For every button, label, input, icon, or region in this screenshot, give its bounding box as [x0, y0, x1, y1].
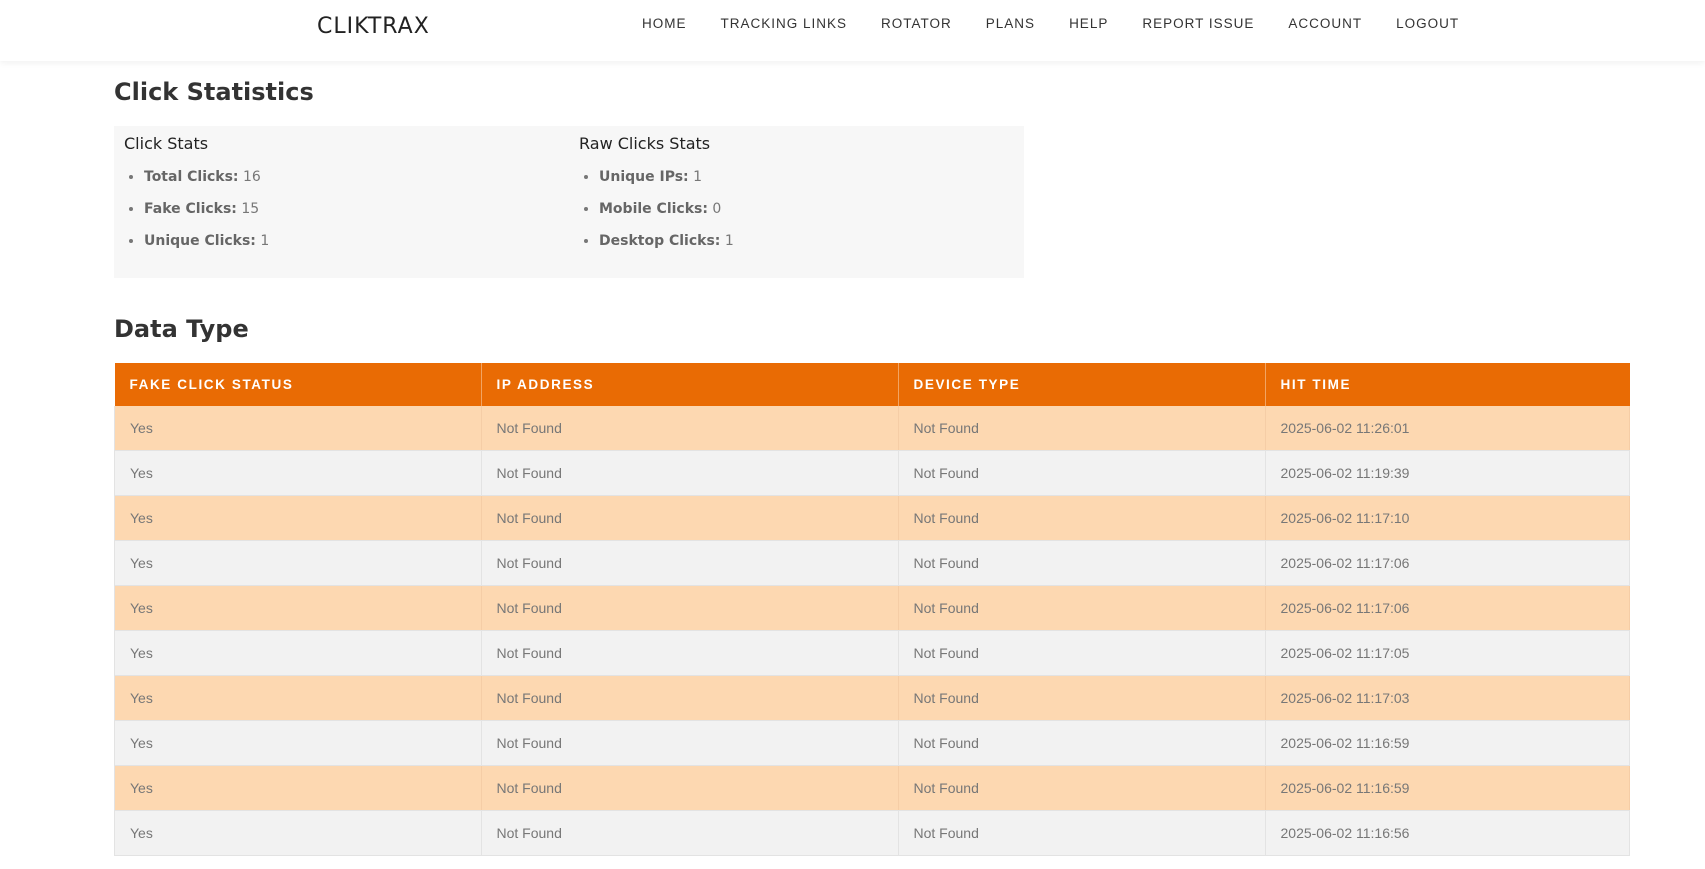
table-cell: Not Found	[898, 720, 1266, 766]
click-stats-heading: Click Stats	[124, 134, 209, 153]
clicks-table: FAKE CLICK STATUS IP ADDRESS DEVICE TYPE…	[114, 363, 1630, 856]
table-row: Yes Not Found Not Found 2025-06-02 11:16:59	[114, 765, 1630, 811]
table-cell: Yes	[114, 765, 482, 811]
raw-stats-heading: Raw Clicks Stats	[579, 134, 711, 153]
table-cell: Not Found	[898, 450, 1266, 496]
top-navbar: CLIKTRAX HOME TRACKING LINKS ROTATOR PLA…	[0, 0, 1705, 61]
stat-unique-ips: Unique IPs: 1	[599, 161, 734, 193]
stat-mobile-clicks: Mobile Clicks: 0	[599, 193, 734, 225]
table-cell: Not Found	[481, 765, 899, 811]
table-row: Yes Not Found Not Found 2025-06-02 11:17:06	[114, 585, 1630, 631]
col-device-type: DEVICE TYPE	[898, 363, 1266, 406]
table-cell: Yes	[114, 450, 482, 496]
click-stats-section: Click Stats Total Clicks: 16 Fake Clicks…	[124, 134, 269, 257]
table-row: Yes Not Found Not Found 2025-06-02 11:17:05	[114, 630, 1630, 676]
table-cell: Yes	[114, 810, 482, 856]
table-cell: Not Found	[481, 630, 899, 676]
nav-rotator[interactable]: ROTATOR	[881, 16, 952, 31]
nav-home[interactable]: HOME	[642, 16, 687, 31]
table-cell: Yes	[114, 720, 482, 766]
table-cell: 2025-06-02 11:17:06	[1265, 585, 1630, 631]
table-cell: Not Found	[481, 406, 899, 451]
table-header-row: FAKE CLICK STATUS IP ADDRESS DEVICE TYPE…	[114, 363, 1630, 406]
table-row: Yes Not Found Not Found 2025-06-02 11:16:59	[114, 720, 1630, 766]
stats-panel: Click Stats Total Clicks: 16 Fake Clicks…	[114, 126, 1024, 278]
col-fake-click-status: FAKE CLICK STATUS	[114, 363, 482, 406]
table-cell: 2025-06-02 11:17:06	[1265, 540, 1630, 586]
raw-stats-section: Raw Clicks Stats Unique IPs: 1 Mobile Cl…	[579, 134, 734, 257]
table-cell: Yes	[114, 406, 482, 451]
data-type-title: Data Type	[114, 315, 249, 343]
table-cell: 2025-06-02 11:26:01	[1265, 406, 1630, 451]
table-cell: Yes	[114, 675, 482, 721]
table-cell: Not Found	[898, 675, 1266, 721]
table-cell: Not Found	[898, 495, 1266, 541]
table-cell: Not Found	[898, 585, 1266, 631]
table-cell: 2025-06-02 11:17:10	[1265, 495, 1630, 541]
stat-fake-clicks: Fake Clicks: 15	[144, 193, 269, 225]
stat-unique-clicks: Unique Clicks: 1	[144, 225, 269, 257]
table-cell: Not Found	[481, 675, 899, 721]
table-cell: Not Found	[481, 450, 899, 496]
nav-logout[interactable]: LOGOUT	[1396, 16, 1459, 31]
brand-logo[interactable]: CLIKTRAX	[317, 14, 430, 39]
table-cell: Not Found	[481, 585, 899, 631]
table-cell: Yes	[114, 630, 482, 676]
table-cell: 2025-06-02 11:17:03	[1265, 675, 1630, 721]
table-row: Yes Not Found Not Found 2025-06-02 11:17:10	[114, 495, 1630, 541]
table-cell: 2025-06-02 11:17:05	[1265, 630, 1630, 676]
col-ip-address: IP ADDRESS	[481, 363, 899, 406]
table-row: Yes Not Found Not Found 2025-06-02 11:26:01	[114, 406, 1630, 451]
nav-tracking-links[interactable]: TRACKING LINKS	[721, 16, 848, 31]
nav-report-issue[interactable]: REPORT ISSUE	[1142, 16, 1254, 31]
table-row: Yes Not Found Not Found 2025-06-02 11:17:03	[114, 675, 1630, 721]
page-title: Click Statistics	[114, 78, 314, 106]
table-row: Yes Not Found Not Found 2025-06-02 11:17:06	[114, 540, 1630, 586]
table-row: Yes Not Found Not Found 2025-06-02 11:16:56	[114, 810, 1630, 856]
table-cell: Yes	[114, 495, 482, 541]
table-cell: Not Found	[481, 720, 899, 766]
table-cell: Not Found	[898, 406, 1266, 451]
stat-total-clicks: Total Clicks: 16	[144, 161, 269, 193]
table-cell: 2025-06-02 11:16:59	[1265, 720, 1630, 766]
nav-plans[interactable]: PLANS	[986, 16, 1035, 31]
table-cell: Yes	[114, 540, 482, 586]
table-cell: Not Found	[898, 765, 1266, 811]
table-cell: Not Found	[481, 810, 899, 856]
table-cell: Not Found	[481, 540, 899, 586]
table-cell: Not Found	[898, 540, 1266, 586]
nav-account[interactable]: ACCOUNT	[1288, 16, 1362, 31]
table-row: Yes Not Found Not Found 2025-06-02 11:19:39	[114, 450, 1630, 496]
main-nav: HOME TRACKING LINKS ROTATOR PLANS HELP R…	[642, 16, 1493, 31]
table-cell: 2025-06-02 11:16:59	[1265, 765, 1630, 811]
col-hit-time: HIT TIME	[1265, 363, 1630, 406]
nav-help[interactable]: HELP	[1069, 16, 1108, 31]
table-cell: 2025-06-02 11:16:56	[1265, 810, 1630, 856]
stat-desktop-clicks: Desktop Clicks: 1	[599, 225, 734, 257]
table-cell: 2025-06-02 11:19:39	[1265, 450, 1630, 496]
table-cell: Yes	[114, 585, 482, 631]
table-cell: Not Found	[898, 810, 1266, 856]
table-cell: Not Found	[898, 630, 1266, 676]
table-cell: Not Found	[481, 495, 899, 541]
